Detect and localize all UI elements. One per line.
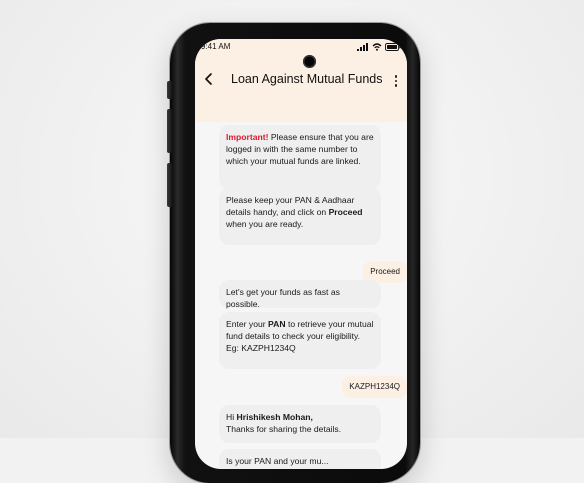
keep-details-text-end: when you are ready. — [226, 219, 304, 229]
bot-message-greeting: Hi Hrishikesh Mohan, Thanks for sharing t… — [219, 405, 381, 443]
important-label: Important! — [226, 132, 269, 142]
next-message-text: Is your PAN and your mu... — [226, 456, 329, 466]
proceed-reply: Proceed — [370, 267, 400, 276]
get-funds-text: Let's get your funds as fast as possible… — [226, 287, 340, 309]
pan-emphasis: PAN — [268, 319, 286, 329]
enter-pan-text: Enter your — [226, 319, 269, 329]
phone-screen: 9:41 AM Loan Against Mutual Funds Import… — [195, 39, 407, 469]
bot-message-get-funds: Let's get your funds as fast as possible… — [219, 280, 381, 309]
chat-messages: Important! Please ensure that you are lo… — [195, 39, 407, 469]
volume-up-button — [167, 109, 172, 153]
bot-message-keep-details: Please keep your PAN & Aadhaar details h… — [219, 188, 381, 245]
pan-example: Eg: KAZPH1234Q — [226, 343, 296, 353]
greeting-prefix: Hi — [226, 412, 237, 422]
user-message-pan: KAZPH1234Q — [342, 376, 407, 398]
user-name: Hrishikesh Mohan, — [236, 412, 313, 422]
bot-message-important: Important! Please ensure that you are lo… — [219, 125, 381, 189]
phone-mockup: 9:41 AM Loan Against Mutual Funds Import… — [167, 23, 420, 483]
pan-reply: KAZPH1234Q — [349, 382, 400, 391]
bot-message-enter-pan: Enter your PAN to retrieve your mutual f… — [219, 312, 381, 369]
greeting-thanks: Thanks for sharing the details. — [226, 424, 342, 434]
volume-down-button — [167, 163, 172, 207]
bot-message-next: Is your PAN and your mu... — [219, 449, 381, 469]
proceed-emphasis: Proceed — [328, 207, 363, 217]
mute-switch — [167, 81, 172, 99]
